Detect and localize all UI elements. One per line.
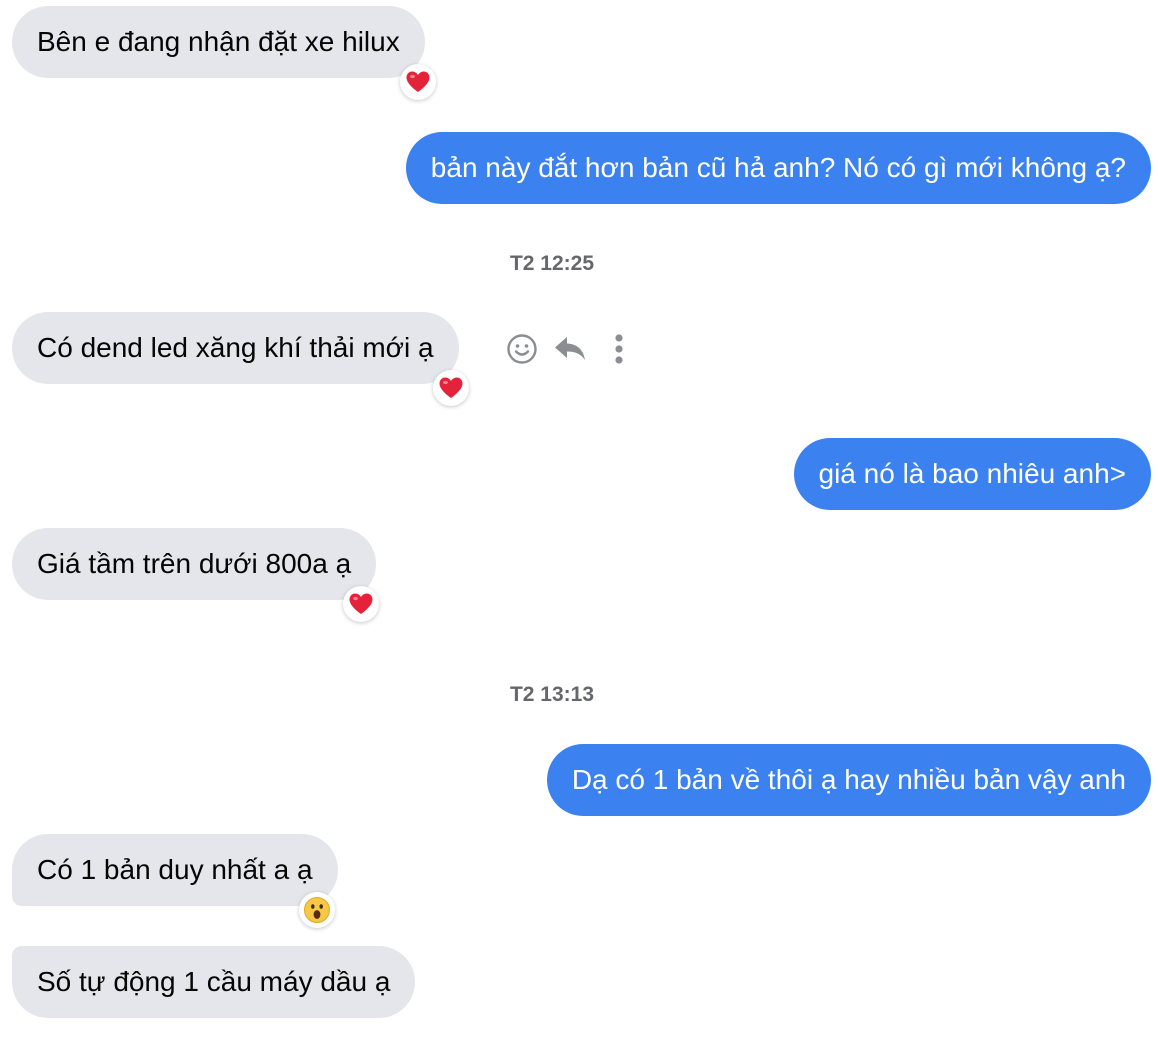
heart-reaction-icon[interactable]	[433, 370, 469, 406]
timestamp-divider: T2 13:13	[509, 683, 595, 706]
incoming-message[interactable]: Giá tầm trên dưới 800a ạ	[12, 528, 377, 600]
timestamp-divider: T2 12:25	[509, 252, 595, 275]
outgoing-message[interactable]: giá nó là bao nhiêu anh>	[793, 438, 1151, 510]
incoming-message[interactable]: Có 1 bản duy nhất a ạ	[12, 834, 338, 906]
react-icon[interactable]	[505, 330, 539, 368]
incoming-message[interactable]: Bên e đang nhận đặt xe hilux	[12, 6, 425, 78]
reply-icon[interactable]	[552, 330, 588, 368]
more-options-icon[interactable]	[609, 330, 629, 368]
incoming-message[interactable]: Có dend led xăng khí thải mới ạ	[12, 312, 459, 384]
message-text: Bên e đang nhận đặt xe hilux	[37, 26, 400, 57]
outgoing-message[interactable]: Dạ có 1 bản về thôi ạ hay nhiều bản vậy …	[546, 744, 1151, 816]
message-text: Có dend led xăng khí thải mới ạ	[37, 332, 434, 363]
message-text: Số tự động 1 cầu máy dầu ạ	[37, 966, 391, 997]
outgoing-message[interactable]: bản này đắt hơn bản cũ hả anh? Nó có gì …	[405, 132, 1151, 204]
incoming-message[interactable]: Số tự động 1 cầu máy dầu ạ	[12, 946, 416, 1018]
message-hover-actions	[505, 330, 635, 368]
message-text: Có 1 bản duy nhất a ạ	[37, 854, 313, 885]
message-text: bản này đắt hơn bản cũ hả anh? Nó có gì …	[430, 152, 1126, 183]
wow-reaction-icon[interactable]	[299, 892, 335, 928]
message-text: giá nó là bao nhiêu anh>	[818, 458, 1127, 489]
message-text: Giá tầm trên dưới 800a ạ	[37, 548, 352, 579]
message-text: Dạ có 1 bản về thôi ạ hay nhiều bản vậy …	[571, 764, 1126, 795]
heart-reaction-icon[interactable]	[343, 586, 379, 622]
heart-reaction-icon[interactable]	[400, 64, 436, 100]
